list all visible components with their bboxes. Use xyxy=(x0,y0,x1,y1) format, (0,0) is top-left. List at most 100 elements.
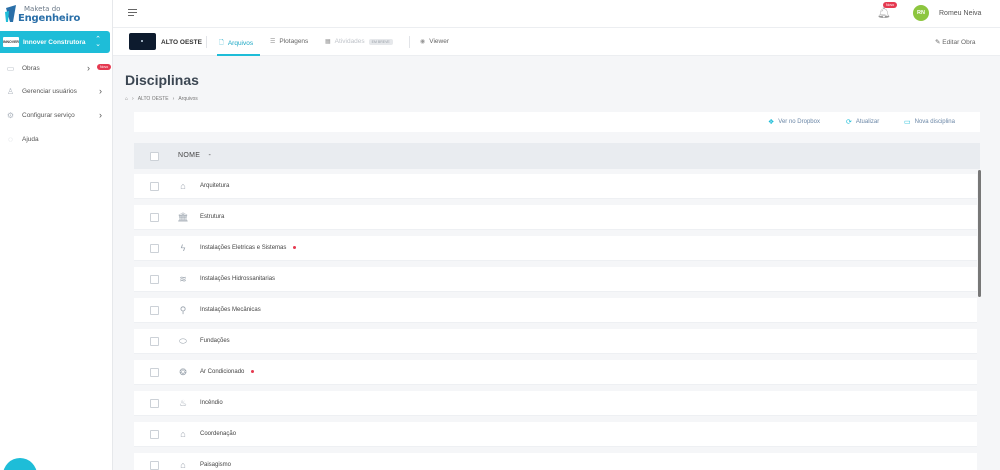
tab-viewer[interactable]: ◉ Viewer xyxy=(420,38,449,45)
breadcrumb-separator: › xyxy=(172,96,175,102)
breadcrumb-item[interactable]: ALTO OESTE xyxy=(138,96,169,102)
user-icon: ♙ xyxy=(6,86,15,96)
row-checkbox[interactable] xyxy=(150,399,159,408)
hamburger-menu-icon[interactable] xyxy=(128,9,137,18)
row-checkbox[interactable] xyxy=(150,368,159,377)
bell-icon[interactable]: 🔔︎ xyxy=(877,6,891,20)
divider xyxy=(409,36,410,48)
house-icon: ⌂ xyxy=(180,429,186,439)
refresh-button[interactable]: ⟳ Atualizar xyxy=(846,118,879,126)
row-checkbox[interactable] xyxy=(150,182,159,191)
dropbox-icon: ❖ xyxy=(768,119,775,126)
active-tab-indicator xyxy=(217,54,260,56)
scrollbar[interactable] xyxy=(978,170,981,297)
table-row[interactable]: ⬭ Fundações xyxy=(134,329,977,354)
table-row[interactable]: ♨ Incêndio xyxy=(134,391,977,416)
logo-text-line1: Maketa do xyxy=(24,5,61,13)
select-all-checkbox[interactable] xyxy=(150,152,159,161)
tab-atividades: ▦ Atividades EM BREVE xyxy=(325,38,393,45)
company-name: Innover Construtora xyxy=(23,38,86,46)
action-bar: ❖ Ver no Dropbox ⟳ Atualizar ▭ Nova disc… xyxy=(134,112,980,132)
edit-obra-button[interactable]: ✎ Editar Obra xyxy=(935,38,976,46)
lightning-icon: ϟ xyxy=(180,243,186,253)
table-row[interactable]: ⚲ Instalações Mecânicas xyxy=(134,298,977,323)
eye-icon: ◉ xyxy=(420,39,426,45)
refresh-icon: ⟳ xyxy=(846,119,852,126)
update-dot xyxy=(293,245,297,249)
help-icon: ◌ xyxy=(8,134,13,144)
sidebar-item-obras[interactable]: ▭ Obras › Novo xyxy=(6,61,112,75)
row-checkbox[interactable] xyxy=(150,275,159,284)
table-row[interactable]: ϟ Instalações Eletricas e Sistemas xyxy=(134,236,977,261)
columns-icon: 🏛︎ xyxy=(177,211,189,222)
table-header: NOME - xyxy=(134,143,980,169)
row-checkbox[interactable] xyxy=(150,213,159,222)
new-badge: Novo xyxy=(97,64,112,70)
divider xyxy=(206,36,207,48)
table-row[interactable]: ⌂ Paisagismo xyxy=(134,453,977,470)
sidebar-item-ajuda[interactable]: ◌ Ajuda xyxy=(6,132,110,146)
view-dropbox-button[interactable]: ❖ Ver no Dropbox xyxy=(768,118,820,126)
column-header-name[interactable]: NOME - xyxy=(178,152,211,159)
column-header-label: NOME xyxy=(178,152,201,159)
table-row[interactable]: ❂ Ar Condicionado xyxy=(134,360,977,385)
row-label: Coordenação xyxy=(200,431,237,437)
row-checkbox[interactable] xyxy=(150,306,159,315)
row-label: Instalações Hidrossanitarias xyxy=(200,276,276,282)
pencil-icon: ✎ xyxy=(935,39,941,46)
tab-plotagens[interactable]: ☰ Plotagens xyxy=(270,38,308,45)
fan-icon: ❂ xyxy=(179,366,187,377)
folder-plus-icon: ▭ xyxy=(904,119,911,126)
row-checkbox[interactable] xyxy=(150,337,159,346)
table-row[interactable]: ⌂ Arquitetura xyxy=(134,174,977,199)
chevron-updown-icon: ⌃ ⌄ xyxy=(95,36,101,48)
home-icon[interactable]: ⌂ xyxy=(125,96,128,102)
logo[interactable]: Maketa do Engenheiro xyxy=(4,4,104,26)
table-row[interactable]: ≋ Instalações Hidrossanitarias xyxy=(134,267,977,292)
sidebar-item-gerenciar-usuarios[interactable]: ♙ Gerenciar usuários › xyxy=(6,84,110,98)
chevron-right-icon: › xyxy=(99,110,102,120)
row-checkbox[interactable] xyxy=(150,430,159,439)
sidebar-item-label: Configurar serviço xyxy=(22,111,75,119)
tab-label: Atividades xyxy=(334,38,365,45)
user-name[interactable]: Romeu Neiva xyxy=(939,10,981,17)
sidebar-item-configurar-servico[interactable]: ⚙ Configurar serviço › xyxy=(6,108,110,122)
row-label: Instalações Mecânicas xyxy=(200,307,261,313)
fire-icon: ♨ xyxy=(178,397,188,408)
chat-button[interactable] xyxy=(3,458,37,470)
sidebar: Maketa do Engenheiro INNOVER Innover Con… xyxy=(0,0,113,470)
update-dot xyxy=(251,369,255,373)
project-name[interactable]: ALTO OESTE xyxy=(161,39,202,46)
top-header: 🔔︎ Novo RN Romeu Neiva xyxy=(113,0,1000,28)
chevron-right-icon: › xyxy=(99,86,102,96)
sidebar-item-label: Ajuda xyxy=(22,135,39,143)
edit-obra-label: Editar Obra xyxy=(942,39,976,46)
sidebar-item-label: Gerenciar usuários xyxy=(22,87,77,95)
row-label: Estrutura xyxy=(200,214,225,220)
file-icon: 🗋︎ xyxy=(219,40,224,46)
row-label: Paisagismo xyxy=(200,462,232,468)
tab-label: Viewer xyxy=(429,38,450,45)
avatar[interactable]: RN xyxy=(913,5,929,21)
wrench-icon: ⚲ xyxy=(179,304,187,315)
project-thumbnail[interactable] xyxy=(129,33,156,50)
gear-icon: ⚙ xyxy=(6,110,15,120)
chevron-right-icon: › xyxy=(87,63,90,73)
tab-arquivos[interactable]: 🗋︎ Arquivos xyxy=(219,38,253,48)
company-selector[interactable]: INNOVER Innover Construtora ⌃ ⌄ xyxy=(0,31,110,53)
page-title: Disciplinas xyxy=(125,72,199,88)
notification-badge: Novo xyxy=(883,2,898,8)
table-row[interactable]: 🏛︎ Estrutura xyxy=(134,205,977,230)
table-row[interactable]: ⌂ Coordenação xyxy=(134,422,977,447)
row-checkbox[interactable] xyxy=(150,461,159,470)
row-label: Arquitetura xyxy=(200,183,230,189)
action-label: Ver no Dropbox xyxy=(778,119,820,125)
foundation-icon: ⬭ xyxy=(179,335,187,346)
new-discipline-button[interactable]: ▭ Nova disciplina xyxy=(904,118,955,126)
row-label: Instalações Eletricas e Sistemas xyxy=(200,245,297,251)
row-checkbox[interactable] xyxy=(150,244,159,253)
breadcrumb: ⌂ › ALTO OESTE › Arquivos xyxy=(125,96,202,102)
sort-indicator: - xyxy=(208,152,212,159)
house-icon: ⌂ xyxy=(180,460,186,470)
water-icon: ≋ xyxy=(179,273,187,284)
